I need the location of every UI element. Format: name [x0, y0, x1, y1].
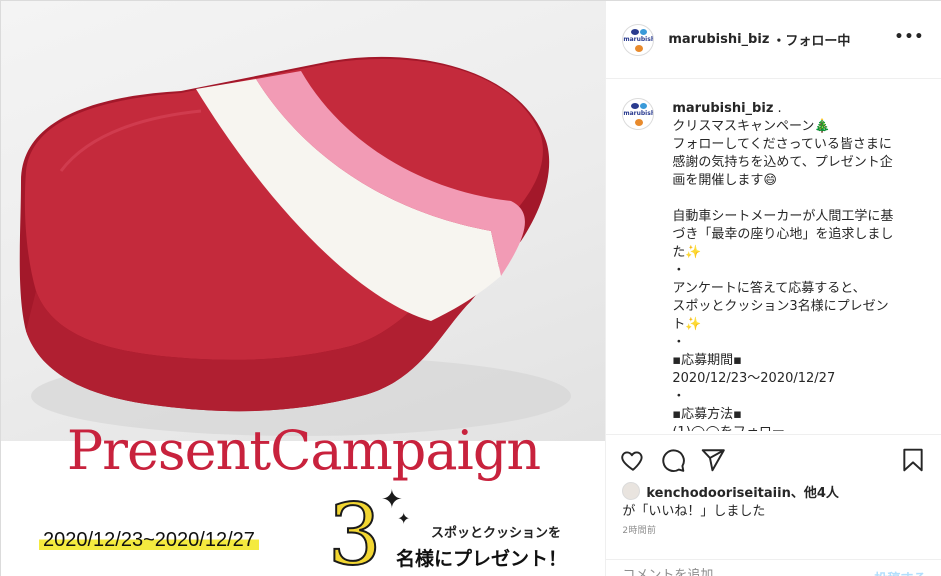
liker-username-link[interactable]: kenchodooriseitaiin [646, 486, 790, 501]
caption-line: 感謝の気持ちを込めて、プレゼント企 [672, 155, 893, 170]
campaign-title: PresentCampaign [66, 419, 541, 482]
avatar[interactable]: marubishi [622, 23, 655, 56]
caption-line: ト✨ [672, 317, 702, 332]
logo-mark-icon [640, 103, 648, 109]
promo-line-1: スポッとクッションを [431, 526, 562, 541]
promo-line-2: 名様にプレゼント！ [396, 548, 568, 570]
cushion-photo [1, 1, 606, 441]
caption-line: アンケートに答えて応募すると、 [672, 281, 866, 296]
caption-line: ・ [672, 389, 686, 404]
caption-line: 2020/12/23〜2020/12/27 [672, 371, 836, 386]
comment-icon[interactable] [660, 447, 686, 473]
avatar-logo-text: marubishi [623, 110, 655, 117]
logo-mark-icon [635, 119, 644, 126]
likes-others-link[interactable]: 、他4人 [791, 486, 839, 501]
logo-mark-icon [631, 103, 640, 109]
logo-mark-icon [635, 44, 644, 52]
caption-line: 画を開催します😄 [672, 173, 777, 188]
campaign-date-range: 2020/12/23~2020/12/27 [39, 529, 259, 552]
caption-line: た✨ [672, 245, 702, 260]
follow-status-button[interactable]: ・フォロー中 [772, 30, 850, 49]
heart-icon[interactable] [620, 447, 646, 473]
liker-avatar[interactable] [622, 482, 641, 500]
instagram-post: PresentCampaign 2020/12/23~2020/12/27 3 … [0, 0, 941, 576]
post-timestamp[interactable]: 2時間前 [622, 523, 656, 536]
post-sidebar: marubishi marubishi_biz ・フォロー中 ••• marub… [605, 1, 941, 576]
post-comment-button[interactable]: 投稿する [874, 568, 926, 576]
more-horizontal-icon[interactable]: ••• [895, 29, 925, 45]
header-username-link[interactable]: marubishi_biz [668, 32, 769, 47]
winner-count-number: 3 [327, 486, 382, 576]
post-image[interactable]: PresentCampaign 2020/12/23~2020/12/27 3 … [1, 1, 606, 576]
caption-line: ・ [672, 335, 686, 350]
caption-line: ▪︎応募方法▪︎ [672, 407, 742, 422]
caption-line: 自動車シートメーカーが人間工学に基 [672, 209, 894, 224]
caption-line: ・ [672, 263, 686, 278]
caption-line: フォローしてくださっている皆さまに [672, 137, 892, 152]
caption-line [672, 190, 927, 208]
post-header: marubishi marubishi_biz ・フォロー中 ••• [606, 1, 941, 79]
sparkle-icon: ✦ [397, 509, 411, 528]
logo-mark-icon [631, 28, 640, 35]
caption-line: づき「最幸の座り心地」を追求しまし [672, 227, 894, 242]
caption-area: marubishi marubishi_biz . クリスマスキャンペーン🎄 フォ… [606, 80, 941, 431]
caption-lines: クリスマスキャンペーン🎄 フォローしてくださっている皆さまに 感謝の気持ちを込めて、… [672, 118, 927, 431]
likes-suffix-text: が「いいね！」しました [622, 504, 766, 519]
seat-cushion-illustration [19, 56, 571, 436]
avatar[interactable]: marubishi [622, 98, 655, 130]
caption-line: クリスマスキャンペーン🎄 [672, 119, 831, 134]
caption-line: (1)◯◯をフォロー [672, 424, 927, 431]
caption-line: スポッとクッション3名様にプレゼン [672, 299, 889, 314]
caption-username-suffix: . [777, 101, 782, 116]
caption-line: ▪︎応募期間▪︎ [672, 353, 742, 368]
comment-input[interactable] [622, 568, 853, 576]
caption-username-link[interactable]: marubishi_biz [672, 101, 773, 116]
action-bar [606, 434, 941, 484]
paper-plane-icon[interactable] [700, 447, 726, 473]
logo-mark-icon [640, 28, 648, 35]
avatar-logo-text: marubishi [623, 35, 655, 43]
post-caption: marubishi_biz . クリスマスキャンペーン🎄 フォローしてくださってい… [672, 100, 927, 431]
bookmark-icon[interactable] [900, 447, 926, 473]
comment-box: 投稿する [606, 559, 941, 576]
